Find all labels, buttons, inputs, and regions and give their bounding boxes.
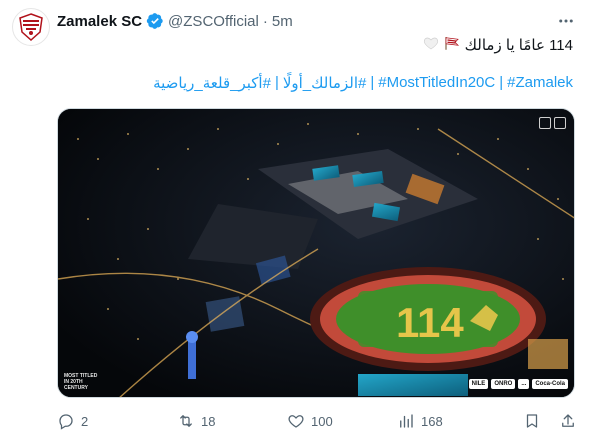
tweet-actions-bar: 2 18 100 168: [57, 410, 577, 432]
heart-emoji-icon: [423, 35, 439, 55]
reply-count: 2: [81, 413, 89, 429]
tweet-text-line: 114 عامًا يا زمالك: [423, 34, 573, 56]
share-button[interactable]: [559, 412, 577, 430]
tweet-header: Zamalek SC @ZSCOfficial · 5m: [57, 10, 551, 32]
hashtag-link[interactable]: #الزمالك_أولًا: [283, 74, 366, 92]
heart-icon: [288, 415, 304, 428]
retweet-button[interactable]: 18: [177, 412, 287, 430]
bookmark-icon: [526, 414, 538, 428]
separator-dot: ·: [262, 12, 268, 30]
views-chart-icon: [400, 414, 413, 428]
views-count: 168: [421, 413, 443, 429]
sponsor-logo: ...: [518, 379, 530, 389]
bookmark-button[interactable]: [523, 412, 541, 430]
action-right-group: [523, 412, 577, 430]
avatar[interactable]: [12, 8, 50, 46]
retweet-icon: [180, 415, 192, 427]
field-number-text: 114: [396, 299, 464, 346]
hashtag-link[interactable]: #Zamalek: [507, 74, 573, 92]
verified-badge-icon[interactable]: [146, 12, 164, 30]
sponsor-logo: Coca-Cola: [532, 379, 568, 389]
views-button[interactable]: 168: [397, 412, 507, 430]
like-count: 100: [311, 413, 333, 429]
sponsor-logo: NILE: [468, 379, 489, 389]
media-caption-text: MOST TITLED IN 20TH CENTURY: [64, 373, 98, 391]
tweet-time[interactable]: 5m: [272, 13, 293, 30]
reply-icon: [59, 414, 73, 430]
tweet-media-image[interactable]: 114 MOST TITLED IN 20TH CENTURY NILE ONR…: [57, 108, 575, 398]
flag-emoji-icon: [443, 35, 461, 55]
more-options-icon[interactable]: [555, 10, 577, 32]
media-corner-logo: [539, 117, 566, 129]
sponsor-strip: NILE ONRO ... Coca-Cola: [468, 379, 568, 389]
retweet-count: 18: [201, 413, 216, 429]
hashtag-separator: |: [274, 74, 279, 91]
hashtag-link[interactable]: #MostTitledIn20C: [378, 74, 495, 92]
aerial-stadium-image: 114: [58, 109, 574, 397]
reply-button[interactable]: 2: [57, 412, 177, 430]
hashtag-link[interactable]: #أكبر_قلعة_رياضية: [153, 74, 271, 92]
share-icon: [562, 414, 574, 427]
account-name[interactable]: Zamalek SC: [57, 13, 142, 30]
like-button[interactable]: 100: [287, 412, 397, 430]
tweet-text: 114 عامًا يا زمالك: [464, 37, 573, 54]
zamalek-crest-icon: [19, 13, 43, 42]
tweet[interactable]: Zamalek SC @ZSCOfficial · 5m 114 عامًا ي…: [0, 0, 591, 437]
sponsor-logo: ONRO: [491, 379, 516, 389]
account-handle[interactable]: @ZSCOfficial: [168, 13, 259, 30]
hashtag-list: #أكبر_قلعة_رياضية | #الزمالك_أولًا | #Mo…: [153, 74, 573, 92]
hashtag-separator: |: [499, 74, 504, 91]
hashtag-separator: |: [370, 74, 375, 91]
